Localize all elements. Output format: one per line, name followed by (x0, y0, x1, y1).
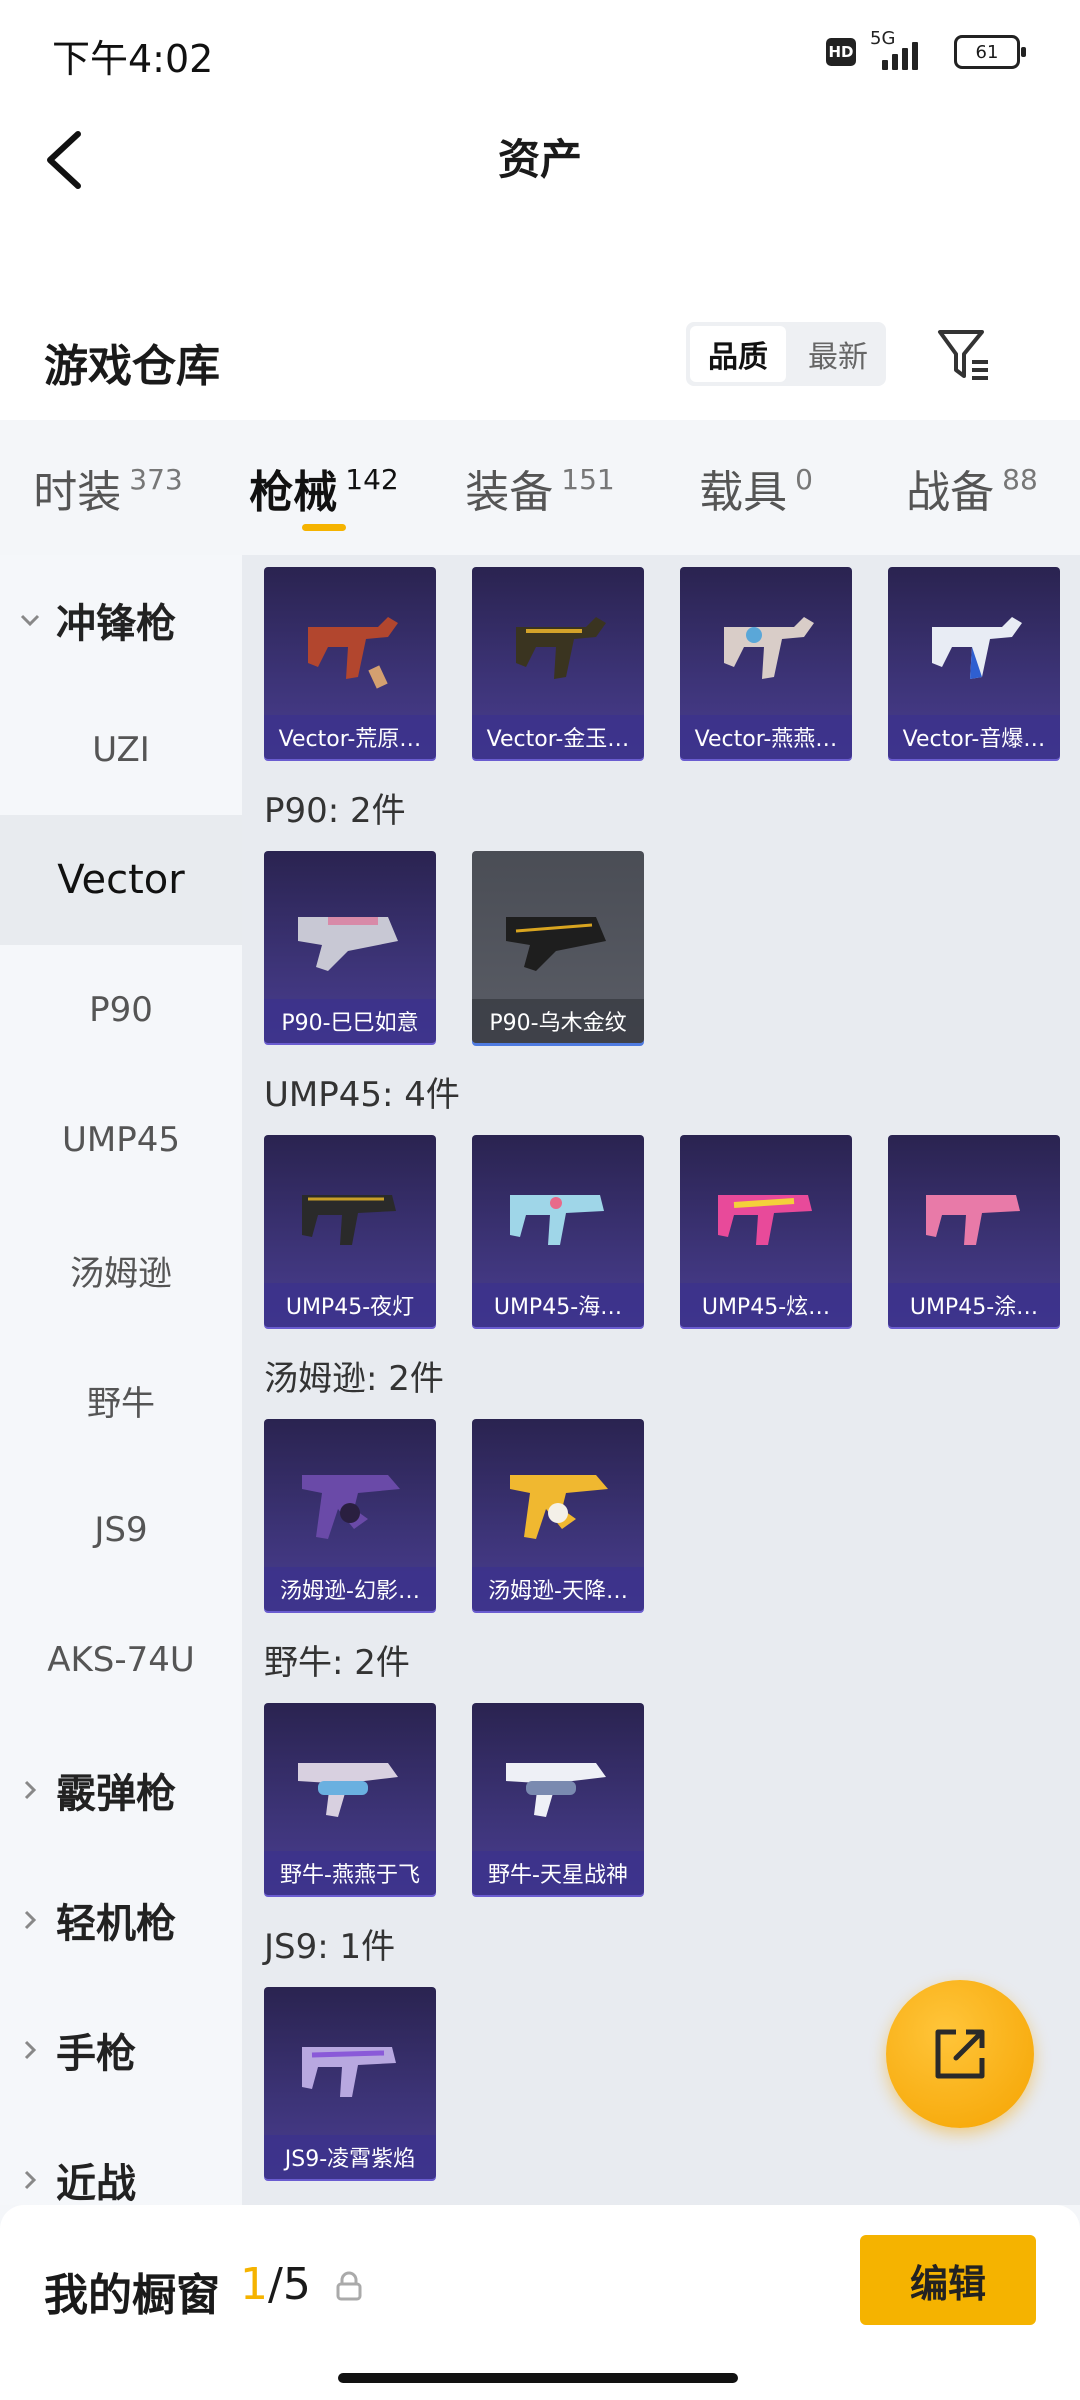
tab-equipment[interactable]: 装备 151 (432, 420, 648, 555)
smg-icon (298, 917, 398, 971)
smg-icon (308, 617, 398, 689)
smg-icon (718, 1195, 812, 1245)
category-tabs: 时装 373 枪械 142 装备 151 载具 0 战备 88 (0, 420, 1080, 555)
smg-icon (298, 1763, 398, 1817)
header: 资产 (0, 100, 1080, 320)
tab-weapons[interactable]: 枪械 142 (216, 420, 432, 555)
weapon-card[interactable]: 汤姆逊-天降… (472, 1419, 644, 1611)
tab-supplies[interactable]: 战备 88 (864, 420, 1080, 555)
tab-fashion[interactable]: 时装 373 (0, 420, 216, 555)
sidebar-item-js9[interactable]: JS9 (0, 1465, 242, 1595)
section-title: 游戏仓库 (44, 341, 220, 392)
tab-vehicles[interactable]: 载具 0 (648, 420, 864, 555)
hd-icon: HD (826, 38, 856, 66)
lock-icon (336, 2271, 362, 2301)
weapon-sidebar: 冲锋枪 UZI Vector P90 UMP45 汤姆逊 野牛 JS9 AKS-… (0, 555, 242, 2207)
weapon-card[interactable]: Vector-燕燕… (680, 567, 852, 759)
share-button[interactable] (886, 1980, 1034, 2128)
chevron-down-icon (20, 614, 40, 627)
sidebar-item-pistol[interactable]: 手枪 (0, 1985, 242, 2115)
smg-icon (510, 1475, 608, 1539)
filter-icon (938, 330, 988, 380)
smg-icon (932, 617, 1022, 679)
chevron-right-icon (24, 2170, 37, 2190)
signal-icon: 5G (870, 28, 940, 72)
edit-button[interactable]: 编辑 (860, 2235, 1036, 2325)
sort-quality-button[interactable]: 品质 (690, 326, 786, 382)
chevron-right-icon (24, 2040, 37, 2060)
group-label: 野牛: 2件 (264, 1643, 410, 1683)
weapon-card[interactable]: UMP45-炫… (680, 1135, 852, 1327)
showcase-count: 1/5 (240, 2259, 311, 2310)
weapon-card[interactable]: Vector-音爆… (888, 567, 1060, 759)
sidebar-item-ump45[interactable]: UMP45 (0, 1075, 242, 1205)
weapon-card[interactable]: Vector-荒原… (264, 567, 436, 759)
weapon-card[interactable]: UMP45-海… (472, 1135, 644, 1327)
status-bar: 下午4:02 HD 5G 61 (0, 0, 1080, 100)
sidebar-item-thompson[interactable]: 汤姆逊 (0, 1205, 242, 1335)
sidebar-item-bizon[interactable]: 野牛 (0, 1335, 242, 1465)
weapon-card[interactable]: P90-乌木金纹 (472, 851, 644, 1043)
weapon-card[interactable]: P90-巳巳如意 (264, 851, 436, 1043)
battery-icon: 61 (954, 35, 1026, 69)
group-label: JS9: 1件 (264, 1927, 396, 1967)
weapon-card[interactable]: UMP45-夜灯 (264, 1135, 436, 1327)
group-label: P90: 2件 (264, 791, 406, 831)
sort-toggle: 品质 最新 (686, 322, 886, 386)
sidebar-item-aks74u[interactable]: AKS-74U (0, 1595, 242, 1725)
weapon-card[interactable]: 汤姆逊-幻影… (264, 1419, 436, 1611)
smg-icon (516, 617, 606, 679)
sidebar-item-vector[interactable]: Vector (0, 815, 242, 945)
sidebar-item-p90[interactable]: P90 (0, 945, 242, 1075)
weapon-grid: Vector-荒原… Vector-金玉… Vector-燕燕… Vector-… (242, 555, 1080, 2205)
smg-icon (302, 2047, 396, 2097)
smg-icon (506, 1763, 606, 1817)
sort-newest-button[interactable]: 最新 (790, 322, 886, 386)
weapon-card[interactable]: Vector-金玉… (472, 567, 644, 759)
page-title: 资产 (497, 135, 582, 184)
filter-button[interactable] (934, 324, 994, 384)
sidebar-item-uzi[interactable]: UZI (0, 685, 242, 815)
showcase-bar: 我的橱窗 1/5 编辑 (0, 2205, 1080, 2400)
smg-icon (724, 617, 814, 679)
status-time: 下午4:02 (52, 37, 214, 81)
external-link-icon (935, 2029, 985, 2079)
smg-icon (302, 1195, 396, 1245)
smg-icon (506, 917, 606, 971)
weapon-card[interactable]: UMP45-涂… (888, 1135, 1060, 1327)
group-label: 汤姆逊: 2件 (264, 1359, 444, 1399)
smg-icon (926, 1195, 1020, 1245)
warehouse-header: 游戏仓库 品质 最新 (0, 300, 1080, 420)
sidebar-item-shotgun[interactable]: 霰弹枪 (0, 1725, 242, 1855)
showcase-label: 我的橱窗 (44, 2270, 220, 2321)
smg-icon (510, 1195, 604, 1245)
weapon-card[interactable]: 野牛-天星战神 (472, 1703, 644, 1895)
group-label: UMP45: 4件 (264, 1075, 460, 1115)
sidebar-item-smg[interactable]: 冲锋枪 (0, 555, 242, 685)
smg-icon (302, 1475, 400, 1539)
home-indicator[interactable] (338, 2373, 738, 2383)
weapon-card[interactable]: JS9-凌霄紫焰 (264, 1987, 436, 2179)
sidebar-item-lmg[interactable]: 轻机枪 (0, 1855, 242, 1985)
weapon-card[interactable]: 野牛-燕燕于飞 (264, 1703, 436, 1895)
chevron-right-icon (24, 1910, 37, 1930)
chevron-right-icon (24, 1780, 37, 1800)
